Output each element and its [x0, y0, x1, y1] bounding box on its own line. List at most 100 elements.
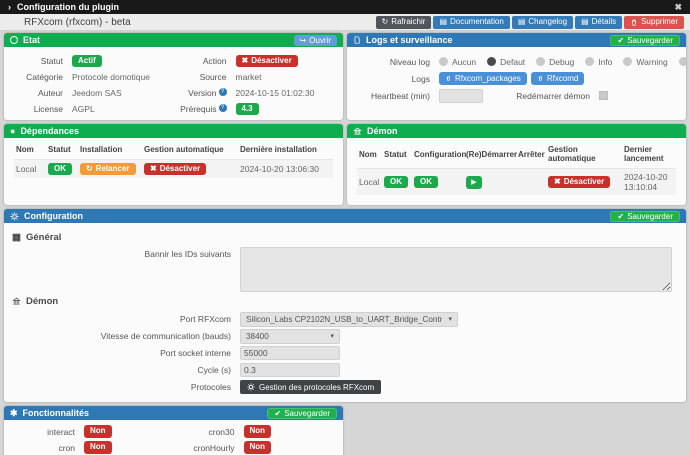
- license-value: AGPL: [72, 104, 95, 114]
- ban-ids-textarea[interactable]: [240, 247, 672, 292]
- version-value: 2024-10-15 01:02:30: [235, 88, 315, 98]
- x-icon: ✖: [554, 176, 561, 186]
- save-configuration-button[interactable]: ✔ Sauvegarder: [610, 210, 680, 222]
- open-label: Ouvrir: [309, 35, 331, 45]
- info-icon[interactable]: ?: [218, 104, 227, 112]
- delete-button[interactable]: Supprimer: [624, 15, 684, 29]
- radio-label: Defaut: [500, 56, 526, 67]
- log-file-rfxcomd-button[interactable]: Rfxcomd: [530, 72, 585, 85]
- feature-label: interact: [47, 426, 75, 437]
- title-buttons: ↻ Rafraichir ▤ Documentation ▤ Changelog…: [375, 15, 687, 29]
- feature-badge: Non: [84, 441, 112, 454]
- restart-daemon-button[interactable]: ▶: [466, 175, 482, 189]
- save-logs-button[interactable]: ✔ Sauvegarder: [610, 34, 680, 46]
- heartbeat-input[interactable]: [439, 88, 483, 103]
- open-button[interactable]: ↪ Ouvrir: [293, 34, 337, 46]
- close-icon[interactable]: ✖: [674, 2, 682, 13]
- table-row: Local OK OK ▶ ✖ Désactiver 2024-10-20 13…: [357, 168, 676, 196]
- chevron-down-icon: ▾: [330, 333, 334, 340]
- source-value: market: [235, 72, 262, 82]
- etat-header: Etat ↪ Ouvrir: [4, 33, 343, 47]
- feature-badge: Non: [243, 425, 272, 438]
- bank-icon: [353, 127, 362, 136]
- disable-auto-daemon-button[interactable]: ✖ Désactiver: [548, 175, 611, 189]
- log-button-label: Rfxcom_packages: [455, 74, 521, 83]
- relaunch-dependencies-button[interactable]: ↻ Relancer: [80, 163, 136, 176]
- last-launch-date: 2024-10-20 13:10:04: [624, 172, 668, 192]
- log-level-defaut[interactable]: Defaut: [487, 57, 525, 67]
- radio-icon: [536, 57, 546, 66]
- cycle-label: Cycle (s): [197, 365, 231, 375]
- open-arrow-icon: ↪: [299, 35, 307, 45]
- daemon-config-badge: OK: [414, 175, 438, 189]
- status-badge: Actif: [72, 54, 102, 68]
- bank-icon: [12, 297, 21, 306]
- restart-daemon-checkbox[interactable]: [599, 91, 608, 100]
- dependances-header: ● Dépendances: [4, 124, 343, 138]
- check-icon: ✔: [617, 35, 625, 45]
- documentation-button[interactable]: ▤ Documentation: [433, 15, 510, 29]
- daemon-section-title: Démon: [12, 294, 678, 308]
- action-label: Action: [202, 56, 227, 66]
- categorie-label: Catégorie: [26, 72, 63, 82]
- dependances-title: Dépendances: [20, 126, 79, 136]
- row-features: ✱ Fonctionnalités ✔ Sauvegarder interact…: [4, 406, 686, 455]
- log-level-info[interactable]: Info: [585, 57, 612, 67]
- log-level-label: Niveau log: [389, 56, 430, 67]
- baud-rate-label: Vitesse de communication (bauds): [100, 331, 231, 341]
- cycle-input[interactable]: [240, 363, 340, 377]
- etat-right-column: Action ✖ Désactiver Source market Versio…: [174, 53, 338, 117]
- save-features-button[interactable]: ✔ Sauvegarder: [267, 407, 337, 419]
- delete-label: Supprimer: [641, 17, 678, 26]
- refresh-icon: ↻: [381, 17, 389, 26]
- baud-rate-value: 38400: [246, 331, 269, 341]
- dependency-status-badge: OK: [48, 163, 72, 176]
- stop-daemon-cell: [516, 169, 546, 196]
- etat-left-column: Statut Actif Catégorie Protocole domotiq…: [10, 53, 174, 117]
- book-icon: ▤: [439, 17, 447, 26]
- dependances-table: Nom Statut Installation Gestion automati…: [14, 140, 333, 179]
- col-header: Statut: [46, 140, 78, 160]
- baud-rate-select[interactable]: 38400 ▾: [240, 328, 340, 344]
- trash-icon: [630, 18, 638, 27]
- changelog-button[interactable]: ▤ Changelog: [511, 15, 574, 29]
- manage-protocols-label: Gestion des protocoles RFXcom: [259, 382, 375, 392]
- paperclip-icon: [445, 74, 452, 83]
- fonctionnalites-body: interact Non cron30 Non cron Non cronHourly…: [4, 420, 343, 455]
- details-button[interactable]: ▤ Détails: [575, 15, 623, 29]
- details-label: Détails: [591, 17, 617, 26]
- play-icon: ▶: [471, 179, 477, 186]
- changelog-label: Changelog: [528, 17, 568, 26]
- radio-icon: [439, 57, 448, 66]
- dependances-table-wrap: Nom Statut Installation Gestion automati…: [4, 138, 343, 180]
- disable-auto-dependencies-button[interactable]: ✖ Désactiver: [144, 163, 207, 176]
- top-bar: › Configuration du plugin ✖: [0, 0, 690, 14]
- log-level-aucun[interactable]: Aucun: [439, 57, 476, 67]
- disable-plugin-button[interactable]: ✖ Désactiver: [235, 54, 298, 68]
- row-dependencies-daemon: ● Dépendances Nom Statut Installation Ge…: [4, 124, 686, 205]
- col-header: Arrêter: [516, 140, 546, 169]
- configuration-body: ▦ Général Bannir les IDs suivants Démon …: [4, 223, 686, 402]
- port-rfxcom-select[interactable]: Silicon_Labs CP2102N_USB_to_UART_Bridge_…: [240, 311, 458, 327]
- asterisk-icon: ✱: [10, 407, 18, 418]
- manage-protocols-button[interactable]: Gestion des protocoles RFXcom: [240, 380, 382, 394]
- feature-badge: Non: [84, 425, 112, 438]
- radio-icon: [678, 57, 686, 66]
- log-level-warning[interactable]: Warning: [623, 57, 668, 67]
- log-level-error[interactable]: Error: [678, 57, 686, 67]
- etat-body: Statut Actif Catégorie Protocole domotiq…: [4, 47, 343, 120]
- file-icon: [353, 35, 361, 45]
- source-label: Source: [199, 72, 227, 82]
- list-item: cron30 Non: [174, 425, 334, 438]
- socket-port-input[interactable]: [240, 346, 340, 360]
- auteur-label: Auteur: [37, 88, 63, 98]
- book-icon: ▤: [581, 17, 589, 26]
- info-icon[interactable]: ?: [218, 88, 227, 96]
- configuration-title: Configuration: [24, 211, 83, 221]
- panel-dependances: ● Dépendances Nom Statut Installation Ge…: [4, 124, 343, 205]
- log-level-debug[interactable]: Debug: [536, 57, 574, 67]
- log-file-rfxcom-packages-button[interactable]: Rfxcom_packages: [439, 72, 527, 85]
- page-title: Configuration du plugin: [17, 2, 119, 12]
- col-header: Dernière installation: [238, 140, 333, 160]
- refresh-button[interactable]: ↻ Rafraichir: [375, 15, 432, 29]
